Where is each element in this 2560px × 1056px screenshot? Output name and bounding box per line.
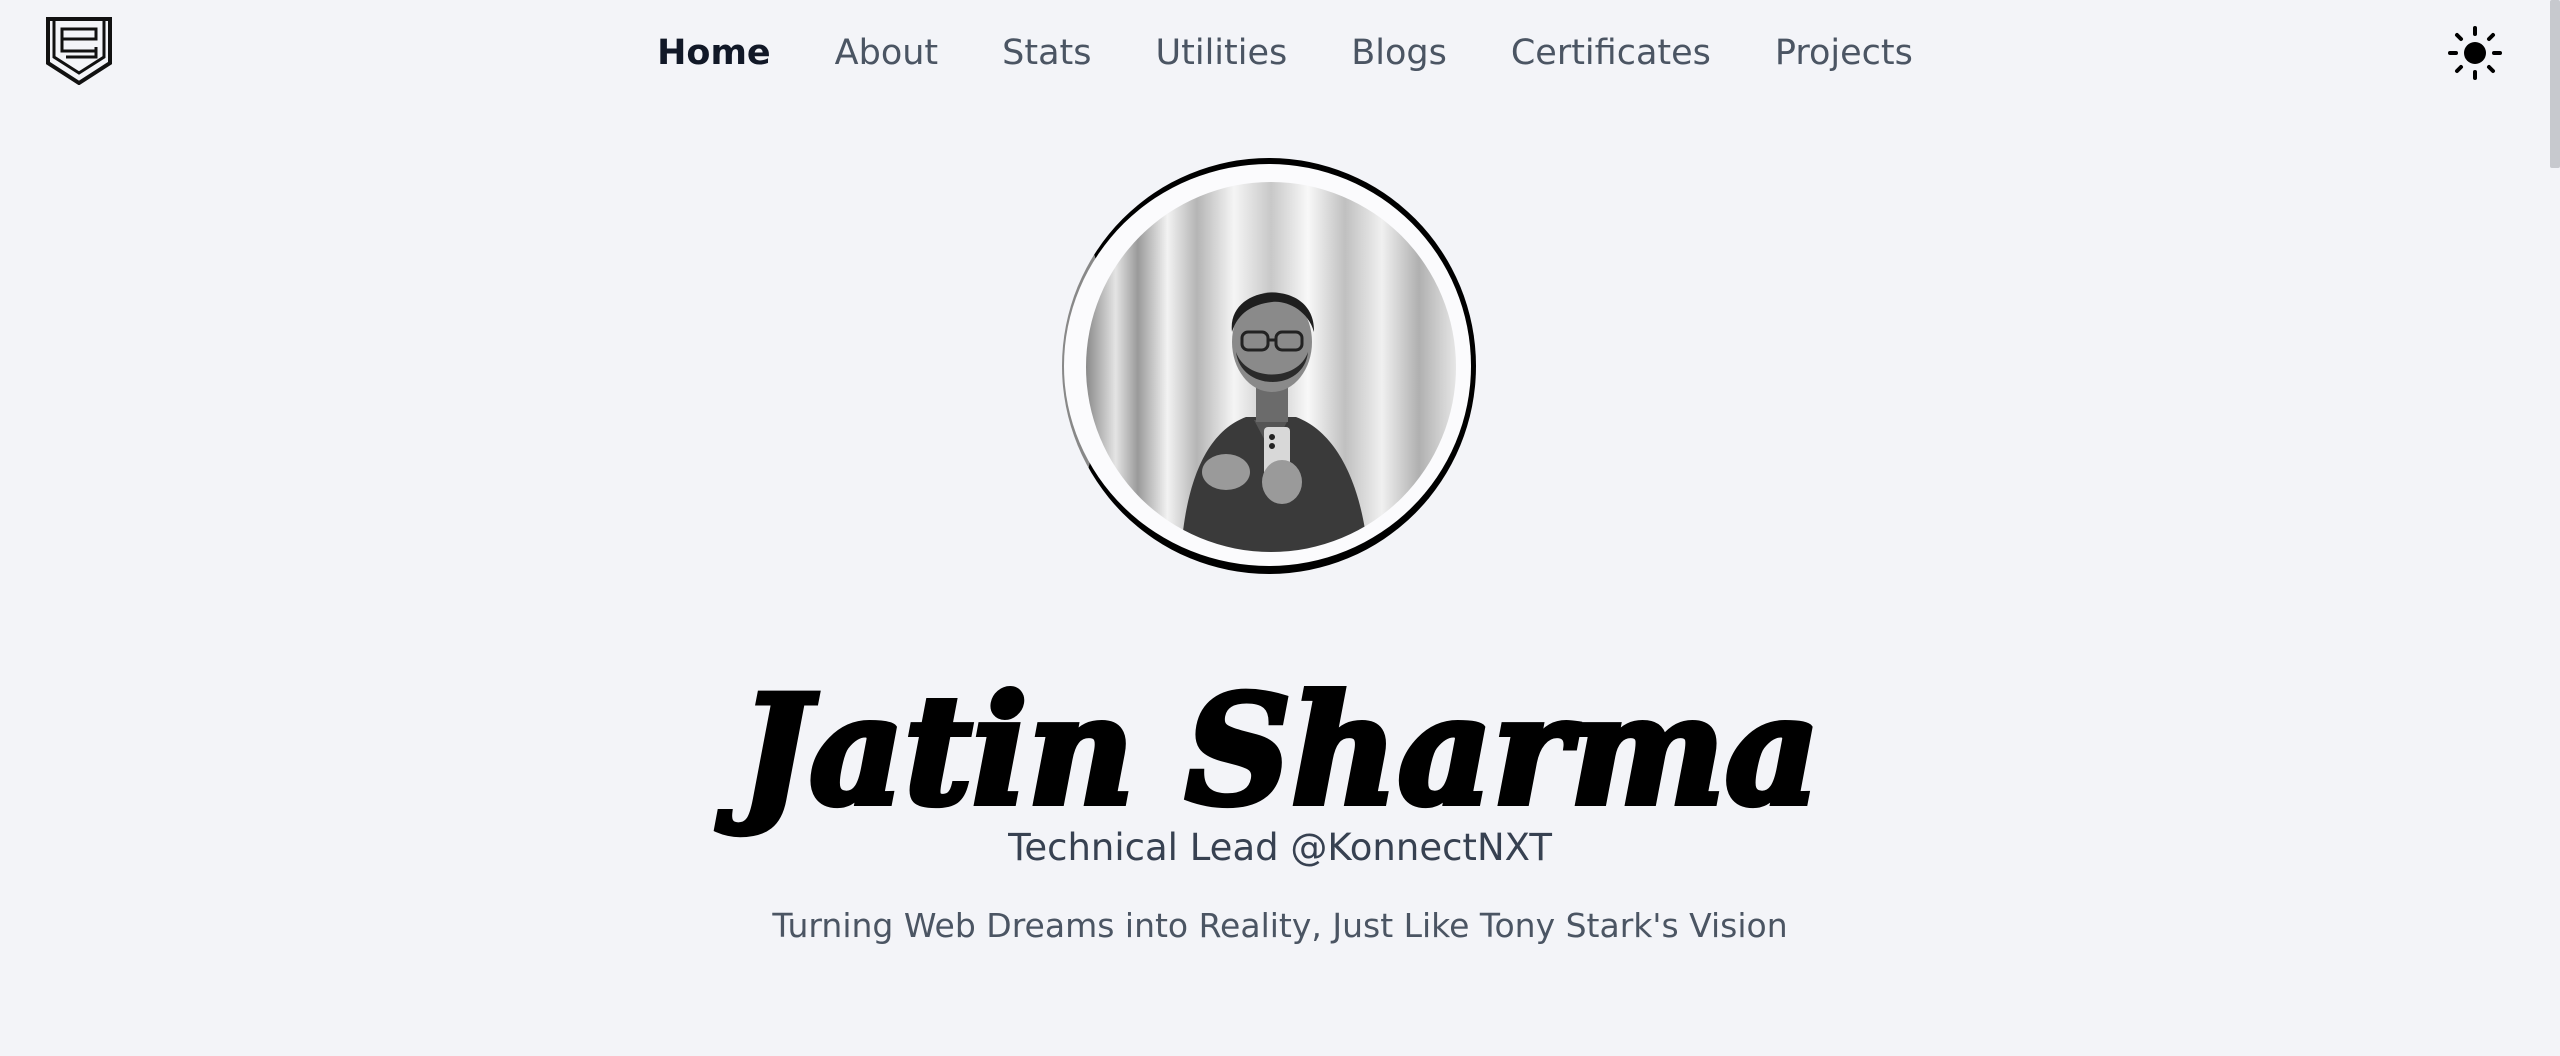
page-scrollbar[interactable] [2550,0,2560,168]
profile-photo [1086,182,1456,552]
nav-projects[interactable]: Projects [1775,30,1913,76]
nav-about[interactable]: About [835,30,938,76]
nav-utilities[interactable]: Utilities [1156,30,1288,76]
hero-role: Technical Lead @KonnectNXT [1008,826,1552,869]
home-page: Home About Stats Utilities Blogs Certifi… [0,0,2560,1056]
hero-name: Jatin Sharma [0,660,2560,845]
nav-stats[interactable]: Stats [1002,30,1091,76]
nav-blogs[interactable]: Blogs [1351,30,1447,76]
avatar [1062,158,1480,578]
sun-icon[interactable] [2448,26,2502,80]
hero-tagline: Turning Web Dreams into Reality, Just Li… [772,906,1788,945]
nav-certificates[interactable]: Certificates [1511,30,1711,76]
hero-name-text: Jatin Sharma [717,675,1820,839]
nav-home[interactable]: Home [657,30,771,76]
site-header: Home About Stats Utilities Blogs Certifi… [0,0,2560,106]
main-nav: Home About Stats Utilities Blogs Certifi… [0,30,2560,76]
